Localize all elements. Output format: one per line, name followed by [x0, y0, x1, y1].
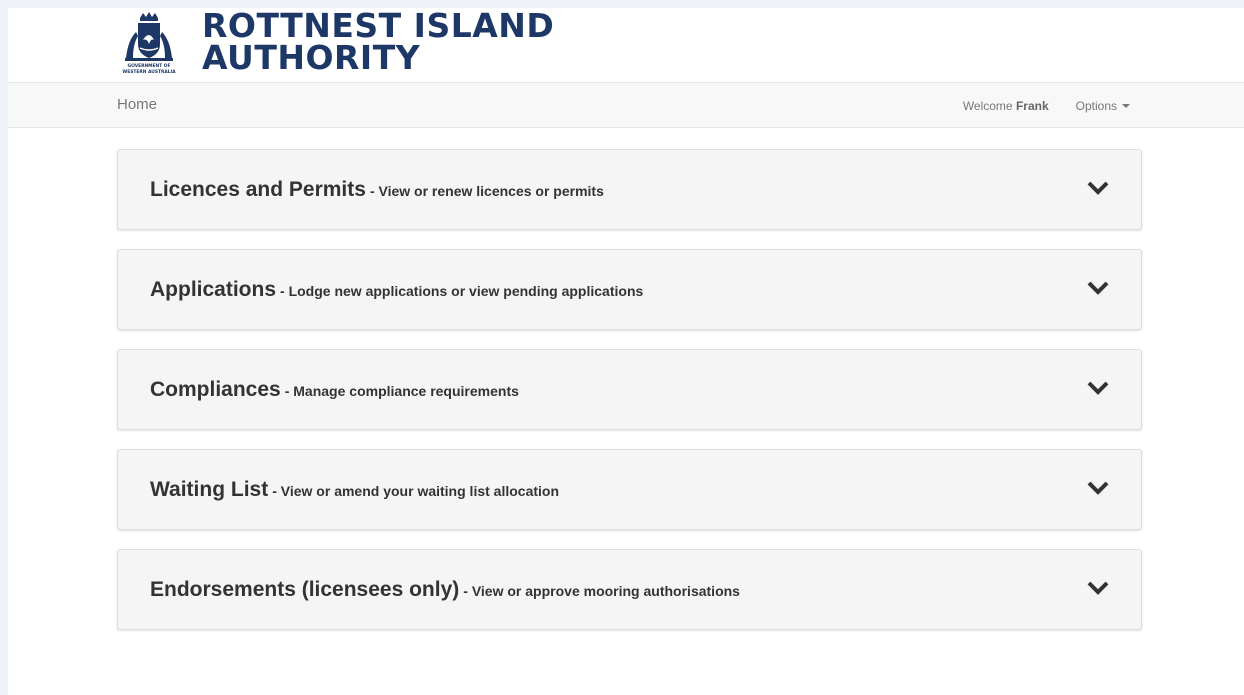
panel-subheading: - Lodge new applications or view pending…	[280, 283, 644, 299]
panel-licences-and-permits[interactable]: Licences and Permits - View or renew lice…	[117, 149, 1142, 230]
panel-heading: Licences and Permits	[150, 178, 366, 201]
chevron-down-icon[interactable]	[1087, 380, 1109, 396]
brand-wordmark: ROTTNEST ISLAND AUTHORITY	[202, 9, 554, 77]
panel-title: Compliances - Manage compliance requireme…	[150, 378, 519, 402]
brand-line2: AUTHORITY	[202, 38, 421, 77]
nav-right: Welcome Frank Options	[963, 99, 1130, 113]
chevron-down-icon[interactable]	[1087, 280, 1109, 296]
chevron-down-icon[interactable]	[1087, 480, 1109, 496]
panel-endorsements[interactable]: Endorsements (licensees only) - View or a…	[117, 549, 1142, 630]
welcome-prefix: Welcome	[962, 99, 1013, 113]
panel-heading: Endorsements (licensees only)	[150, 578, 460, 601]
panel-subheading: - Manage compliance requirements	[284, 383, 519, 399]
options-label: Options	[1075, 99, 1117, 113]
panel-heading: Compliances	[150, 378, 281, 401]
crest-text-line2: WESTERN AUSTRALIA	[122, 69, 176, 75]
navbar: Home Welcome Frank Options	[8, 82, 1244, 128]
welcome-message: Welcome Frank	[963, 99, 1049, 113]
caret-down-icon	[1122, 104, 1130, 108]
welcome-user: Frank	[1015, 99, 1049, 113]
panel-title: Waiting List - View or amend your waiting…	[150, 478, 559, 502]
panel-heading: Applications	[150, 278, 277, 301]
panel-title: Applications - Lodge new applications or …	[150, 278, 643, 302]
panel-applications[interactable]: Applications - Lodge new applications or …	[117, 249, 1142, 330]
chevron-down-icon[interactable]	[1087, 580, 1109, 596]
crest-text-line1: GOVERNMENT OF	[128, 63, 171, 69]
panel-compliances[interactable]: Compliances - Manage compliance requireme…	[117, 349, 1142, 430]
nav-home-link[interactable]: Home	[117, 96, 157, 113]
panel-subheading: - View or renew licences or permits	[369, 183, 604, 199]
panel-waiting-list[interactable]: Waiting List - View or amend your waiting…	[117, 449, 1142, 530]
panel-title: Licences and Permits - View or renew lice…	[150, 178, 604, 202]
page: GOVERNMENT OF WESTERN AUSTRALIA ROTTNEST…	[8, 8, 1244, 695]
panel-title: Endorsements (licensees only) - View or a…	[150, 578, 740, 602]
dashboard-panels: Licences and Permits - View or renew lice…	[117, 149, 1142, 649]
chevron-down-icon[interactable]	[1087, 180, 1109, 196]
wa-government-crest-logo: GOVERNMENT OF WESTERN AUSTRALIA	[122, 12, 176, 75]
panel-heading: Waiting List	[150, 478, 269, 501]
site-header: GOVERNMENT OF WESTERN AUSTRALIA ROTTNEST…	[8, 8, 1244, 82]
panel-subheading: - View or approve mooring authorisations	[463, 583, 740, 599]
panel-subheading: - View or amend your waiting list alloca…	[272, 483, 560, 499]
options-dropdown[interactable]: Options	[1076, 99, 1130, 113]
